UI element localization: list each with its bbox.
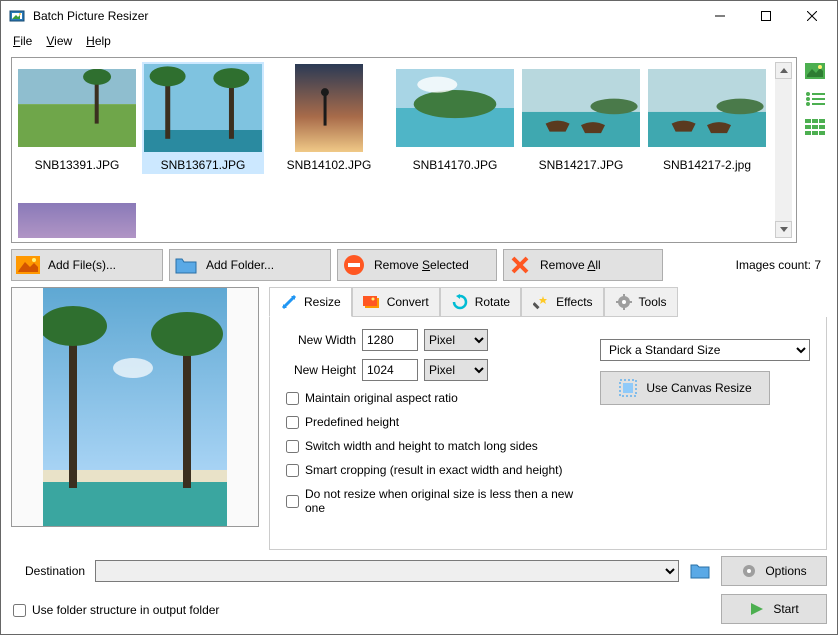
thumbnail-image: [396, 64, 514, 152]
thumbnail-label: SNB13391.JPG: [35, 158, 120, 172]
preview-pane: [11, 287, 259, 527]
thumbnail-image: [295, 64, 363, 152]
thumbnail-item[interactable]: SNB14102.JPG: [268, 62, 390, 174]
start-button[interactable]: Start: [721, 594, 827, 624]
tab-rotate[interactable]: Rotate: [440, 287, 521, 317]
add-folder-label: Add Folder...: [206, 258, 274, 272]
remove-all-button[interactable]: Remove All: [503, 249, 663, 281]
view-details-button[interactable]: [804, 117, 826, 137]
thumbnail-item[interactable]: [16, 178, 138, 238]
app-icon: [9, 8, 25, 24]
destination-select[interactable]: [95, 560, 679, 582]
standard-size-select[interactable]: Pick a Standard Size: [600, 339, 810, 361]
maintain-ar-checkbox[interactable]: [286, 392, 299, 405]
remove-selected-button[interactable]: Remove Selected: [337, 249, 497, 281]
thumbnail-label: SNB14217-2.jpg: [663, 158, 751, 172]
destination-label: Destination: [11, 564, 87, 578]
thumbnail-label: SNB14217.JPG: [539, 158, 624, 172]
browse-folder-button[interactable]: [687, 559, 713, 583]
gear-icon: [615, 293, 633, 311]
canvas-resize-button[interactable]: Use Canvas Resize: [600, 371, 770, 405]
new-width-input[interactable]: [362, 329, 418, 351]
options-button[interactable]: Options: [721, 556, 827, 586]
thumbnail-label: SNB13671.JPG: [161, 158, 246, 172]
add-files-label: Add File(s)...: [48, 258, 116, 272]
window-title: Batch Picture Resizer: [33, 9, 697, 23]
gear-icon: [741, 563, 757, 579]
use-folder-structure-checkbox[interactable]: [13, 604, 26, 617]
close-button[interactable]: [789, 1, 835, 31]
view-thumbnails-button[interactable]: [804, 61, 826, 81]
menu-view[interactable]: View: [40, 32, 78, 50]
thumbnail-item[interactable]: SNB13671.JPG: [142, 62, 264, 174]
convert-icon: [363, 293, 381, 311]
menu-help[interactable]: Help: [80, 32, 117, 50]
width-unit-select[interactable]: Pixel: [424, 329, 488, 351]
remove-icon: [342, 253, 366, 277]
resize-panel: New Width Pixel New Height Pixel Maintai…: [269, 317, 827, 550]
images-count-label: Images count: 7: [736, 258, 827, 272]
tab-effects[interactable]: Effects: [521, 287, 603, 317]
tab-convert[interactable]: Convert: [352, 287, 440, 317]
smart-crop-checkbox[interactable]: [286, 464, 299, 477]
thumbnail-image: [648, 64, 766, 152]
view-list-button[interactable]: [804, 89, 826, 109]
add-files-button[interactable]: Add File(s)...: [11, 249, 163, 281]
preview-image: [43, 288, 227, 526]
menu-bar: File View Help: [1, 31, 837, 51]
delete-icon: [508, 253, 532, 277]
tab-tools[interactable]: Tools: [604, 287, 678, 317]
tab-bar: Resize Convert Rotate Effects Tools: [269, 287, 827, 317]
thumbnail-label: SNB14102.JPG: [287, 158, 372, 172]
remove-all-label: Remove All: [540, 258, 601, 272]
thumbnail-scrollbar[interactable]: [775, 62, 792, 238]
minimize-button[interactable]: [697, 1, 743, 31]
title-bar: Batch Picture Resizer: [1, 1, 837, 31]
predefined-height-checkbox[interactable]: [286, 416, 299, 429]
thumbnail-item[interactable]: SNB14217.JPG: [520, 62, 642, 174]
canvas-icon: [618, 378, 638, 398]
thumbnail-item[interactable]: SNB14170.JPG: [394, 62, 516, 174]
folder-icon: [174, 253, 198, 277]
thumbnail-image: [522, 64, 640, 152]
switch-wh-checkbox[interactable]: [286, 440, 299, 453]
no-upscale-checkbox[interactable]: [286, 495, 299, 508]
play-icon: [749, 601, 765, 617]
remove-selected-label: Remove Selected: [374, 258, 469, 272]
thumbnail-label: SNB14170.JPG: [413, 158, 498, 172]
tab-resize[interactable]: Resize: [269, 287, 352, 317]
new-width-label: New Width: [286, 333, 356, 347]
thumbnail-item[interactable]: SNB13391.JPG: [16, 62, 138, 174]
new-height-input[interactable]: [362, 359, 418, 381]
resize-icon: [280, 293, 298, 311]
maximize-button[interactable]: [743, 1, 789, 31]
new-height-label: New Height: [286, 363, 356, 377]
thumbnail-image: [18, 180, 136, 238]
thumbnail-image: [144, 64, 262, 152]
add-folder-button[interactable]: Add Folder...: [169, 249, 331, 281]
scroll-up-icon[interactable]: [775, 62, 792, 79]
rotate-icon: [451, 293, 469, 311]
image-icon: [16, 253, 40, 277]
thumbnail-image: [18, 64, 136, 152]
thumbnail-list: SNB13391.JPG SNB13671.JPG SNB14102.JPG SNB1…: [11, 57, 797, 243]
effects-icon: [532, 293, 550, 311]
scroll-down-icon[interactable]: [775, 221, 792, 238]
height-unit-select[interactable]: Pixel: [424, 359, 488, 381]
menu-file[interactable]: File: [7, 32, 38, 50]
thumbnail-item[interactable]: SNB14217-2.jpg: [646, 62, 768, 174]
